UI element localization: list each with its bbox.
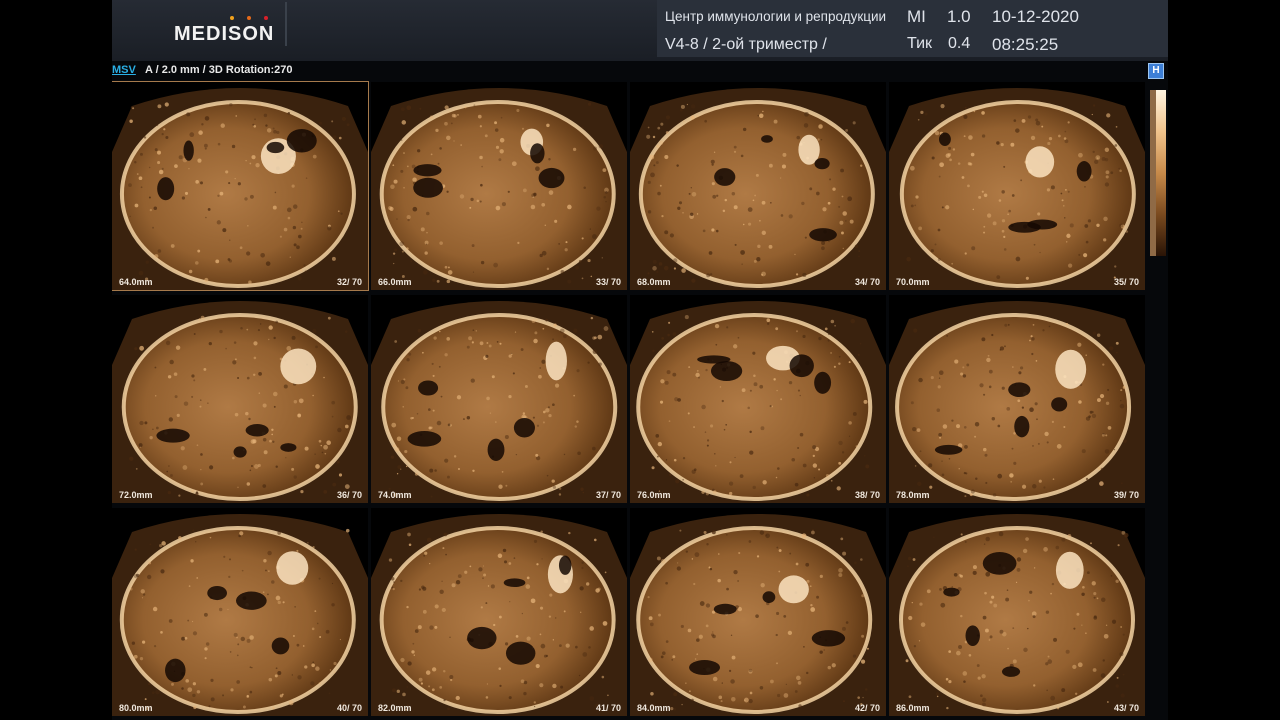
slice-frame-counter: 42/ 70 xyxy=(854,703,880,713)
ultrasound-scan xyxy=(630,301,886,503)
slice-depth-label: 82.0mm xyxy=(378,703,412,713)
tib-value: 0.4 xyxy=(948,35,971,52)
slice-image-7[interactable]: 76.0mm 38/ 70 xyxy=(630,295,886,503)
ultrasound-scan xyxy=(112,301,368,503)
slice-frame-counter: 33/ 70 xyxy=(595,277,621,287)
slice-frame-counter: 37/ 70 xyxy=(595,490,621,500)
ultrasound-scan xyxy=(112,88,368,290)
mi-value: 1.0 xyxy=(947,7,971,26)
slice-image-4[interactable]: 70.0mm 35/ 70 xyxy=(889,82,1145,290)
slice-grid: 64.0mm 32/ 70 66.0mm 33/ 70 68.0mm 34/ 70 70.0… xyxy=(112,81,1148,720)
slice-image-3[interactable]: 68.0mm 34/ 70 xyxy=(630,82,886,290)
ultrasound-scan xyxy=(371,88,627,290)
slice-frame-counter: 36/ 70 xyxy=(336,490,362,500)
slice-frame-counter: 38/ 70 xyxy=(854,490,880,500)
slice-depth-label: 80.0mm xyxy=(119,703,153,713)
header-divider xyxy=(285,2,287,46)
slice-image-1[interactable]: 64.0mm 32/ 70 xyxy=(112,81,369,291)
mode-bar: MSV A / 2.0 mm / 3D Rotation:270 xyxy=(112,62,1168,80)
logo-dot-1 xyxy=(230,16,234,20)
exam-time: 08:25:25 xyxy=(992,35,1059,54)
slice-image-11[interactable]: 84.0mm 42/ 70 xyxy=(630,508,886,716)
probe-preset: V4-8 / 2-ой триместр / xyxy=(665,36,827,53)
ultrasound-scan xyxy=(371,301,627,503)
slice-depth-label: 70.0mm xyxy=(896,277,930,287)
slice-depth-label: 74.0mm xyxy=(378,490,412,500)
acquisition-settings: A / 2.0 mm / 3D Rotation:270 xyxy=(145,64,293,76)
exam-date: 10-12-2020 xyxy=(992,7,1079,26)
logo-dot-3 xyxy=(264,16,268,20)
institution-name: Центр иммунологии и репродукции xyxy=(665,9,887,24)
ultrasound-screen: MEDISON Центр иммунологии и репродукции … xyxy=(112,0,1168,720)
slice-image-8[interactable]: 78.0mm 39/ 70 xyxy=(889,295,1145,503)
brand-name: MEDISON xyxy=(174,23,275,45)
slice-frame-counter: 39/ 70 xyxy=(1113,490,1139,500)
slice-frame-counter: 35/ 70 xyxy=(1113,277,1139,287)
ultrasound-scan xyxy=(112,514,368,716)
brand-logo: MEDISON xyxy=(112,0,284,55)
slice-frame-counter: 41/ 70 xyxy=(595,703,621,713)
msv-mode-label[interactable]: MSV xyxy=(112,64,136,76)
slice-depth-label: 86.0mm xyxy=(896,703,930,713)
slice-depth-label: 68.0mm xyxy=(637,277,671,287)
slice-frame-counter: 43/ 70 xyxy=(1113,703,1139,713)
ultrasound-scan xyxy=(889,301,1145,503)
help-button[interactable]: H xyxy=(1148,63,1164,79)
slice-image-5[interactable]: 72.0mm 36/ 70 xyxy=(112,295,368,503)
slice-depth-label: 66.0mm xyxy=(378,277,412,287)
ultrasound-scan xyxy=(889,88,1145,290)
ultrasound-scan xyxy=(371,514,627,716)
slice-depth-label: 64.0mm xyxy=(119,277,153,287)
slice-image-10[interactable]: 82.0mm 41/ 70 xyxy=(371,508,627,716)
slice-depth-label: 72.0mm xyxy=(119,490,153,500)
logo-dot-2 xyxy=(247,16,251,20)
slice-depth-label: 78.0mm xyxy=(896,490,930,500)
slice-frame-counter: 32/ 70 xyxy=(336,277,362,287)
slice-frame-counter: 40/ 70 xyxy=(336,703,362,713)
grayscale-colorbar xyxy=(1150,90,1168,256)
colorbar-scale xyxy=(1150,90,1156,256)
slice-image-12[interactable]: 86.0mm 43/ 70 xyxy=(889,508,1145,716)
slice-depth-label: 76.0mm xyxy=(637,490,671,500)
ultrasound-scan xyxy=(630,514,886,716)
slice-depth-label: 84.0mm xyxy=(637,703,671,713)
exam-info-panel: Центр иммунологии и репродукции V4-8 / 2… xyxy=(657,0,1168,57)
slice-frame-counter: 34/ 70 xyxy=(854,277,880,287)
ultrasound-scan xyxy=(630,88,886,290)
ultrasound-scan xyxy=(889,514,1145,716)
header-bar: MEDISON Центр иммунологии и репродукции … xyxy=(112,0,1168,61)
mi-label: MI xyxy=(907,7,926,26)
slice-image-9[interactable]: 80.0mm 40/ 70 xyxy=(112,508,368,716)
slice-image-2[interactable]: 66.0mm 33/ 70 xyxy=(371,82,627,290)
slice-image-6[interactable]: 74.0mm 37/ 70 xyxy=(371,295,627,503)
tib-label: Тик xyxy=(907,35,933,52)
